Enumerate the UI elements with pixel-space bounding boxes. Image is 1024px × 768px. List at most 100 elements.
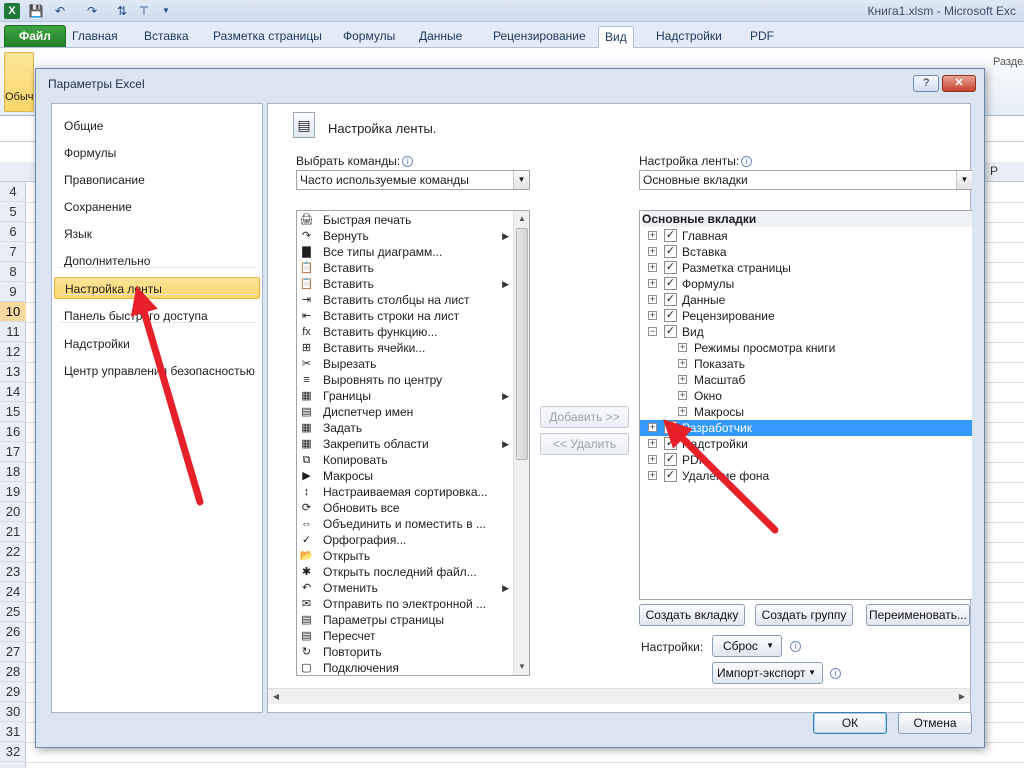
nav-item-9[interactable]: Центр управления безопасностью	[54, 360, 260, 382]
tab-checkbox[interactable]: ✓	[664, 453, 677, 466]
expand-icon[interactable]: +	[648, 247, 657, 256]
tab-5[interactable]: Данные	[413, 26, 468, 48]
scroll-up-icon[interactable]: ▲	[514, 211, 529, 227]
row-header[interactable]: 9	[0, 282, 26, 302]
ribbon-tabs-tree[interactable]: Основные вкладки + ✓ Главная + ✓ Вставка + ✓ Раз…	[639, 210, 972, 600]
nav-item-2[interactable]: Правописание	[54, 169, 260, 191]
tree-item[interactable]: + ✓ Главная	[640, 228, 972, 244]
command-item[interactable]: ⇤ Вставить строки на лист	[297, 308, 513, 324]
row-header[interactable]: 22	[0, 542, 26, 562]
command-item[interactable]: 🖨 Быстрая печать	[297, 212, 513, 228]
chevron-down-icon[interactable]: ▼	[956, 171, 972, 189]
tree-item[interactable]: + ✓ Вставка	[640, 244, 972, 260]
tab-checkbox[interactable]: ✓	[664, 277, 677, 290]
redo-icon[interactable]: ↷	[84, 3, 100, 19]
commands-list[interactable]: ▲ ▼ 🖨 Быстрая печать ↷ Вернуть ▶ ▇ Все типы ди…	[296, 210, 530, 676]
tab-9[interactable]: PDF	[744, 26, 780, 48]
tree-item[interactable]: + ✓ Рецензирование	[640, 308, 972, 324]
expand-icon[interactable]: +	[648, 423, 657, 432]
close-button[interactable]: ✕	[942, 75, 976, 92]
nav-item-7[interactable]: Панель быстрого доступа	[54, 305, 260, 327]
tab-checkbox[interactable]: ✓	[664, 421, 677, 434]
tree-item[interactable]: + ✓ Разметка страницы	[640, 260, 972, 276]
chevron-down-icon[interactable]: ▼	[513, 171, 529, 189]
tree-item[interactable]: + ✓ PDF	[640, 452, 972, 468]
command-item[interactable]: fx Вставить функцию...	[297, 324, 513, 340]
row-header[interactable]: 12	[0, 342, 26, 362]
expand-icon[interactable]: +	[648, 263, 657, 272]
tab-checkbox[interactable]: ✓	[664, 437, 677, 450]
command-item[interactable]: ▤ Пересчет	[297, 628, 513, 644]
nav-item-3[interactable]: Сохранение	[54, 196, 260, 218]
expand-icon[interactable]: +	[648, 471, 657, 480]
command-item[interactable]: ✉ Отправить по электронной ...	[297, 596, 513, 612]
row-header[interactable]: 23	[0, 562, 26, 582]
tab-checkbox[interactable]: ✓	[664, 469, 677, 482]
command-item[interactable]: ↻ Повторить	[297, 644, 513, 660]
help-button[interactable]: ?	[913, 75, 939, 92]
row-header[interactable]: 13	[0, 362, 26, 382]
column-p-header[interactable]: P	[990, 164, 998, 178]
tree-item[interactable]: + Макросы	[640, 404, 972, 420]
row-header[interactable]: 14	[0, 382, 26, 402]
tab-checkbox[interactable]: ✓	[664, 325, 677, 338]
new-tab-button[interactable]: Создать вкладку	[639, 604, 745, 626]
row-header[interactable]: 15	[0, 402, 26, 422]
row-header[interactable]: 4	[0, 182, 26, 202]
choose-commands-combo[interactable]: Часто используемые команды ▼	[296, 170, 530, 190]
command-item[interactable]: ⇥ Вставить столбцы на лист	[297, 292, 513, 308]
tab-1[interactable]: Главная	[66, 26, 124, 48]
row-header[interactable]: 8	[0, 262, 26, 282]
remove-button[interactable]: << Удалить	[540, 433, 629, 455]
command-item[interactable]: ⟳ Обновить все	[297, 500, 513, 516]
row-header[interactable]: 26	[0, 622, 26, 642]
reset-dropdown[interactable]: Сброс ▼	[712, 635, 782, 657]
expand-icon[interactable]: +	[678, 343, 687, 352]
tab-checkbox[interactable]: ✓	[664, 229, 677, 242]
command-item[interactable]: ▦ Задать	[297, 420, 513, 436]
row-header[interactable]: 18	[0, 462, 26, 482]
command-item[interactable]: ✱ Открыть последний файл...	[297, 564, 513, 580]
new-group-button[interactable]: Создать группу	[755, 604, 853, 626]
row-header[interactable]: 21	[0, 522, 26, 542]
row-header[interactable]: 28	[0, 662, 26, 682]
row-header[interactable]: 25	[0, 602, 26, 622]
ok-button[interactable]: ОК	[813, 712, 887, 734]
command-item[interactable]: ↷ Вернуть ▶	[297, 228, 513, 244]
tree-item[interactable]: + Режимы просмотра книги	[640, 340, 972, 356]
row-header[interactable]: 7	[0, 242, 26, 262]
command-item[interactable]: ▇ Все типы диаграмм...	[297, 244, 513, 260]
nav-item-5[interactable]: Дополнительно	[54, 250, 260, 272]
row-header[interactable]: 31	[0, 722, 26, 742]
command-item[interactable]: ↶ Отменить ▶	[297, 580, 513, 596]
customize-ribbon-combo[interactable]: Основные вкладки ▼	[639, 170, 972, 190]
command-item[interactable]: ▢ Подключения	[297, 660, 513, 675]
tree-item[interactable]: + ✓ Разработчик	[640, 420, 972, 436]
tree-item[interactable]: + Масштаб	[640, 372, 972, 388]
command-item[interactable]: ⧉ Копировать	[297, 452, 513, 468]
command-item[interactable]: 📂 Открыть	[297, 548, 513, 564]
expand-icon[interactable]: +	[648, 439, 657, 448]
command-item[interactable]: ▦ Границы ▶	[297, 388, 513, 404]
row-header[interactable]: 30	[0, 702, 26, 722]
tree-item[interactable]: + ✓ Данные	[640, 292, 972, 308]
content-hscrollbar[interactable]: ◀ ▶	[268, 688, 970, 704]
split-button[interactable]: Разделить	[993, 56, 1024, 68]
expand-icon[interactable]: +	[678, 375, 687, 384]
command-item[interactable]: ▦ Закрепить области ▶	[297, 436, 513, 452]
row-header[interactable]: 19	[0, 482, 26, 502]
tab-checkbox[interactable]: ✓	[664, 309, 677, 322]
row-header[interactable]: 17	[0, 442, 26, 462]
tab-checkbox[interactable]: ✓	[664, 293, 677, 306]
expand-icon[interactable]: +	[678, 407, 687, 416]
save-icon[interactable]: 💾	[28, 3, 44, 19]
tree-item[interactable]: + ✓ Формулы	[640, 276, 972, 292]
command-item[interactable]: 📋 Вставить	[297, 260, 513, 276]
row-header[interactable]: 10	[0, 302, 26, 322]
command-item[interactable]: ⇔ Объединить и поместить в ...	[297, 516, 513, 532]
qat-dropdown-icon[interactable]: ▼	[158, 3, 174, 19]
add-button[interactable]: Добавить >>	[540, 406, 629, 428]
row-header[interactable]: 29	[0, 682, 26, 702]
cancel-button[interactable]: Отмена	[898, 712, 972, 734]
tab-0[interactable]: Файл	[4, 25, 66, 47]
